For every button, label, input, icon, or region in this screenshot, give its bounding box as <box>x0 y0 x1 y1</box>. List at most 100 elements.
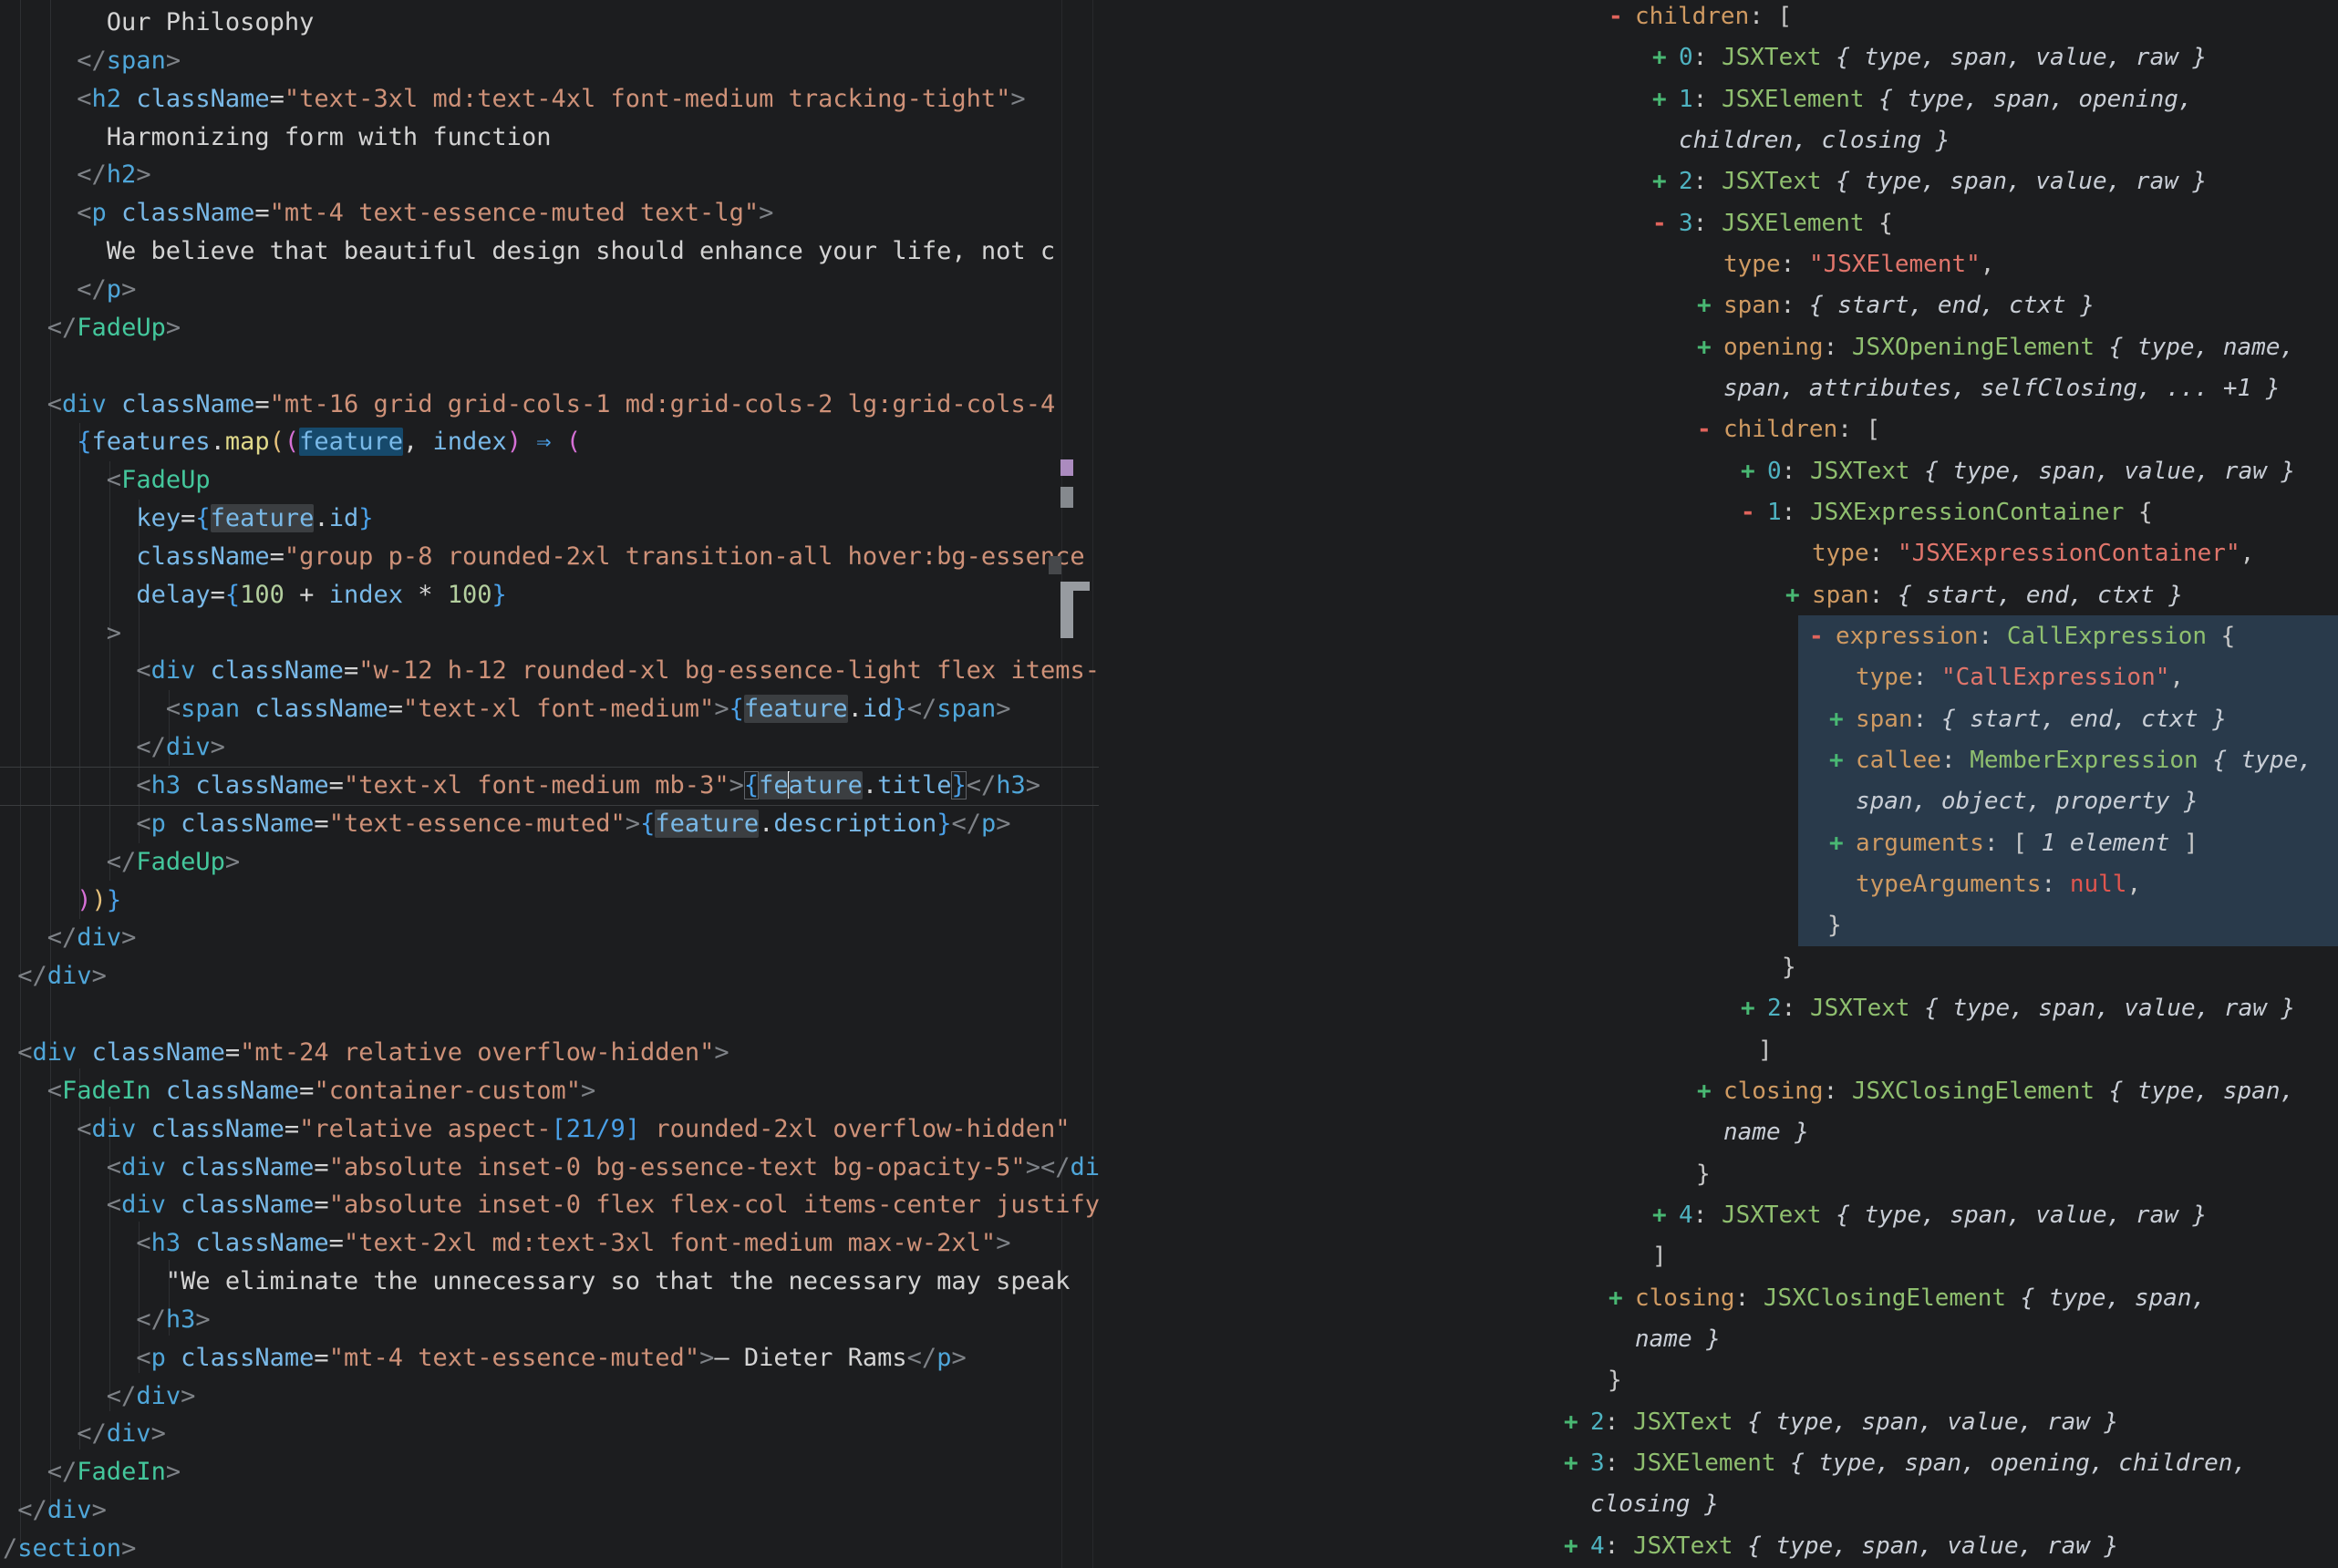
ast-token: children <box>1723 416 1837 443</box>
ast-tree-row[interactable]: +2: JSXText { type, span, value, raw } <box>0 160 2338 202</box>
ast-tree-row[interactable]: ] <box>0 1235 2338 1277</box>
ast-token: : <box>1869 582 1898 609</box>
ast-node-label: 3: JSXElement { <box>1679 202 1893 244</box>
ast-node-label: } <box>1827 904 1842 946</box>
expand-icon[interactable]: + <box>1697 326 1712 368</box>
expand-icon[interactable]: + <box>1652 160 1667 202</box>
expand-icon[interactable]: + <box>1652 1194 1667 1236</box>
ast-tree-row[interactable]: +1: JSXElement { type, span, opening, <box>0 78 2338 120</box>
expand-icon[interactable]: + <box>1564 1525 1578 1567</box>
ast-token: : <box>1693 44 1722 71</box>
ast-tree-row[interactable]: } <box>0 946 2338 988</box>
collapse-icon[interactable]: - <box>1697 408 1712 450</box>
collapse-icon[interactable]: - <box>1652 202 1667 244</box>
ast-tree-row[interactable]: type: "CallExpression", <box>0 656 2338 698</box>
ast-token: arguments <box>1856 830 1984 857</box>
ast-tree-row[interactable]: -children: [ <box>0 408 2338 450</box>
ast-tree-row[interactable]: type: "JSXElement", <box>0 243 2338 285</box>
ast-token: span, object, property } <box>1856 788 2198 815</box>
ast-tree-row[interactable]: } <box>0 1359 2338 1401</box>
ast-node-label: ] <box>1652 1235 1667 1277</box>
ast-tree-row[interactable]: -3: JSXElement { <box>0 202 2338 244</box>
ast-token: { type, span, value, raw } <box>1910 458 2296 485</box>
ast-node-label: children: [ <box>1635 0 1792 37</box>
expand-icon[interactable]: + <box>1697 1070 1712 1112</box>
ast-token: { type, span, value, raw } <box>1822 168 2208 195</box>
ast-tree-row[interactable]: -children: [ <box>0 0 2338 37</box>
ast-tree-row[interactable]: +closing: JSXClosingElement { type, span… <box>0 1070 2338 1112</box>
ast-token: : <box>1824 1078 1852 1105</box>
ast-token: JSXText <box>1810 458 1910 485</box>
ast-tree-row[interactable]: ] <box>0 1029 2338 1071</box>
ast-token: type <box>1812 540 1869 567</box>
ast-tree-row[interactable]: +2: JSXText { type, span, value, raw } <box>0 987 2338 1029</box>
ast-tree-row[interactable]: -expression: CallExpression { <box>0 615 2338 657</box>
ast-token: : <box>1605 1532 1633 1560</box>
ast-token: } <box>1827 912 1842 939</box>
ast-tree-row[interactable]: +span: { start, end, ctxt } <box>0 698 2338 740</box>
ast-token: : [ <box>1749 3 1792 30</box>
collapse-icon[interactable]: - <box>1609 0 1623 37</box>
ast-token: : <box>1782 499 1810 526</box>
ast-token: JSXText <box>1633 1408 1733 1436</box>
ast-node-label: span: { start, end, ctxt } <box>1812 574 2183 616</box>
ast-tree-row[interactable]: span, attributes, selfClosing, ... +1 } <box>0 367 2338 409</box>
ast-node-label: closing } <box>1590 1483 1719 1525</box>
expand-icon[interactable]: + <box>1652 78 1667 120</box>
ast-tree-row[interactable]: +callee: MemberExpression { type, <box>0 739 2338 781</box>
collapse-icon[interactable]: - <box>1741 491 1755 533</box>
ast-token: 1 <box>1679 86 1693 113</box>
ast-token: JSXElement <box>1722 86 1865 113</box>
expand-icon[interactable]: + <box>1697 284 1712 326</box>
ast-token: { type, span, value, raw } <box>1910 995 2296 1022</box>
expand-icon[interactable]: + <box>1741 450 1755 492</box>
ast-tree-row[interactable]: +opening: JSXOpeningElement { type, name… <box>0 326 2338 368</box>
ast-tree-row[interactable]: children, closing } <box>0 119 2338 161</box>
ast-node-label: children: [ <box>1723 408 1880 450</box>
ast-tree-row[interactable]: type: "JSXExpressionContainer", <box>0 532 2338 574</box>
ast-token: name } <box>1723 1119 1809 1146</box>
ast-node-label: type: "JSXElement", <box>1723 243 1994 285</box>
ast-tree-row[interactable]: span, object, property } <box>0 780 2338 822</box>
ast-token: span <box>1856 706 1913 733</box>
ast-tree-row[interactable]: + span: { start, end, ctxt } <box>0 574 2338 616</box>
ast-tree-row[interactable]: +0: JSXText { type, span, value, raw } <box>0 36 2338 78</box>
expand-icon[interactable]: + <box>1829 739 1844 781</box>
ast-token: , <box>2126 871 2141 898</box>
expand-icon[interactable]: + <box>1829 698 1844 740</box>
ast-tree-row[interactable]: +4: JSXText { type, span, value, raw } <box>0 1194 2338 1236</box>
ast-token: [ <box>2012 830 2027 857</box>
expand-icon[interactable]: + <box>1652 36 1667 78</box>
ast-token: { type, <box>2198 747 2312 774</box>
ast-token: : <box>1735 1284 1764 1312</box>
ast-tree-pane[interactable]: -children: [+0: JSXText { type, span, va… <box>0 0 2338 1568</box>
ast-tree-row[interactable]: +4: JSXText { type, span, value, raw } <box>0 1525 2338 1567</box>
ast-tree-row[interactable]: +3: JSXElement { type, span, opening, ch… <box>0 1442 2338 1484</box>
ast-tree-row[interactable]: +span: { start, end, ctxt } <box>0 284 2338 326</box>
ast-tree-row[interactable]: closing } <box>0 1483 2338 1525</box>
ast-node-label: 4: JSXText { type, span, value, raw } <box>1590 1525 2118 1567</box>
ast-token: JSXText <box>1633 1532 1733 1560</box>
ast-tree-row[interactable]: name } <box>0 1111 2338 1153</box>
expand-icon[interactable]: + <box>1564 1401 1578 1443</box>
expand-icon[interactable]: + <box>1564 1442 1578 1484</box>
ast-token: 1 element <box>2027 830 2184 857</box>
ast-tree-row[interactable]: typeArguments: null, <box>0 863 2338 905</box>
ast-tree-row[interactable]: +2: JSXText { type, span, value, raw } <box>0 1401 2338 1443</box>
ast-node-label: span, object, property } <box>1856 780 2198 822</box>
ast-tree-row[interactable]: } <box>0 1153 2338 1195</box>
expand-icon[interactable]: + <box>1785 574 1800 616</box>
ast-node-label: } <box>1608 1359 1622 1401</box>
ast-tree-row[interactable]: } <box>0 904 2338 946</box>
collapse-icon[interactable]: - <box>1809 615 1824 657</box>
ast-tree-row[interactable]: +closing: JSXClosingElement { type, span… <box>0 1277 2338 1319</box>
ast-tree-row[interactable]: +0: JSXText { type, span, value, raw } <box>0 450 2338 492</box>
expand-icon[interactable]: + <box>1741 987 1755 1029</box>
ast-tree-row[interactable]: +arguments: [ 1 element ] <box>0 822 2338 864</box>
ast-tree-row[interactable]: name } <box>0 1318 2338 1360</box>
ast-token: : <box>1693 86 1722 113</box>
expand-icon[interactable]: + <box>1829 822 1844 864</box>
expand-icon[interactable]: + <box>1609 1277 1623 1319</box>
ast-token: 2 <box>1767 995 1782 1022</box>
ast-tree-row[interactable]: -1: JSXExpressionContainer { <box>0 491 2338 533</box>
